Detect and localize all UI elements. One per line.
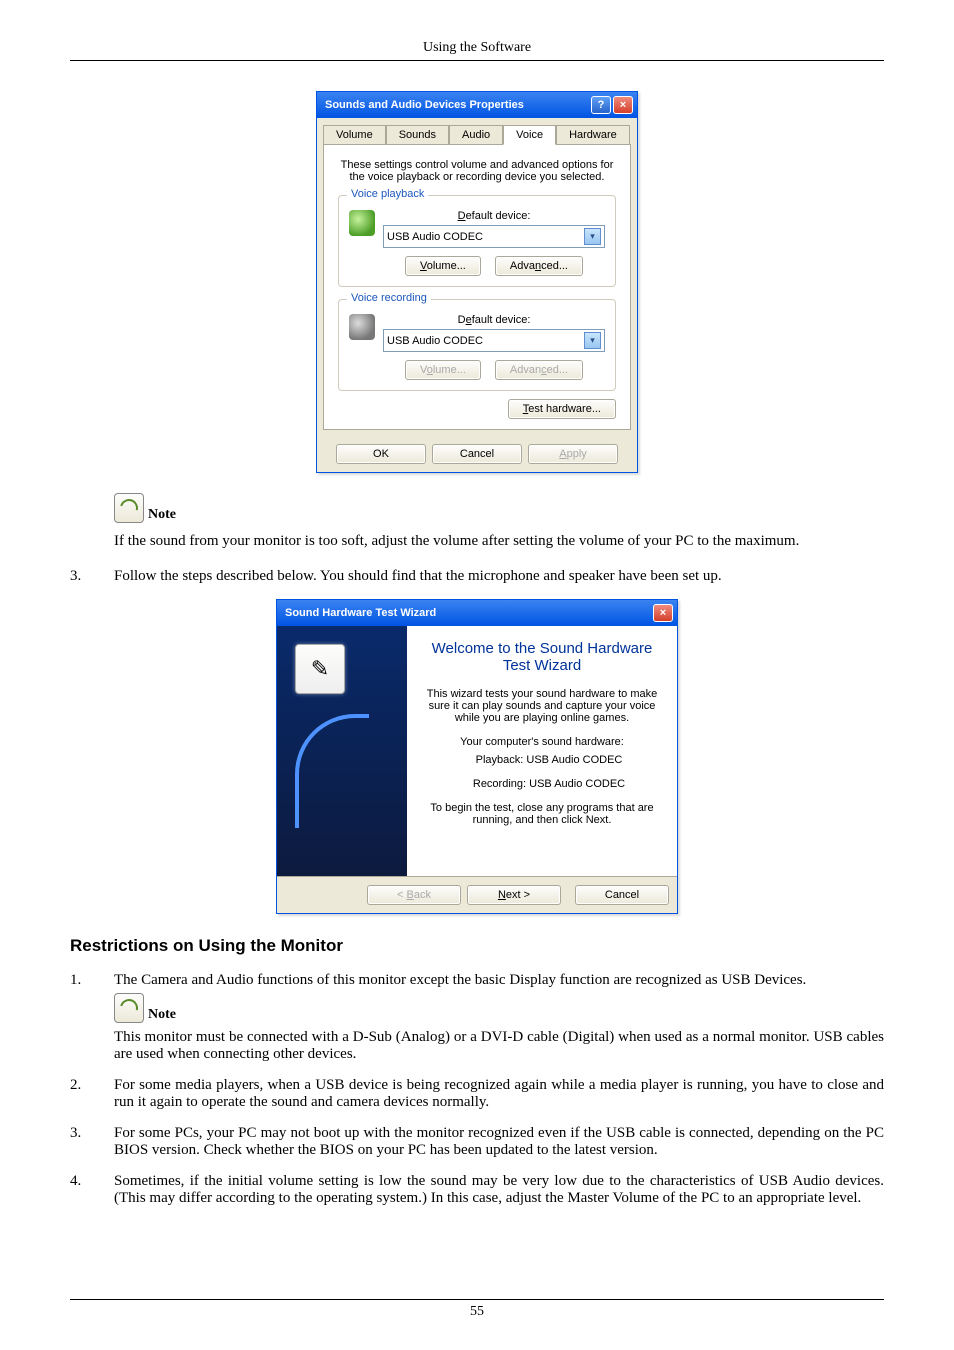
wizard-recording-line: Recording: USB Audio CODEC	[437, 778, 661, 790]
wizard-titlebar: Sound Hardware Test Wizard ×	[277, 600, 677, 626]
group-legend-recording: Voice recording	[347, 292, 431, 304]
item-text: Sometimes, if the initial volume setting…	[114, 1173, 884, 1207]
dialog-titlebar: Sounds and Audio Devices Properties ? ×	[317, 92, 637, 118]
wizard-body: ✎ Welcome to the Sound Hardware Test Wiz…	[277, 626, 677, 876]
tab-voice[interactable]: Voice	[503, 125, 556, 145]
playback-advanced-button[interactable]: Advanced...	[495, 256, 583, 276]
wizard-title: Sound Hardware Test Wizard	[285, 607, 436, 619]
wizard-para1: This wizard tests your sound hardware to…	[423, 688, 661, 724]
next-button[interactable]: Next >	[467, 885, 561, 905]
wizard-playback-line: Playback: USB Audio CODEC	[437, 754, 661, 766]
recording-default-label: Default device:	[383, 314, 605, 326]
wizard-wand-icon: ✎	[295, 644, 345, 694]
wizard-para2: Your computer's sound hardware:	[423, 736, 661, 748]
chevron-down-icon[interactable]: ▾	[584, 228, 601, 245]
close-icon[interactable]: ×	[653, 604, 673, 622]
item-text: The Camera and Audio functions of this m…	[114, 972, 884, 1063]
close-icon[interactable]: ×	[613, 96, 633, 114]
page-footer: 55	[70, 1299, 884, 1320]
wizard-sidebar: ✎	[277, 626, 407, 876]
tab-sounds[interactable]: Sounds	[386, 125, 449, 145]
note-icon	[114, 493, 144, 523]
item-text: For some PCs, your PC may not boot up wi…	[114, 1125, 884, 1159]
step-text: Follow the steps described below. You sh…	[114, 568, 884, 585]
note-text: This monitor must be connected with a D-…	[114, 1029, 884, 1063]
note-label: Note	[148, 1007, 176, 1023]
back-button: < Back	[367, 885, 461, 905]
tab-strip: Volume Sounds Audio Voice Hardware	[317, 118, 637, 144]
voice-playback-group: Voice playback Default device: USB Audio…	[338, 195, 616, 287]
section-heading: Restrictions on Using the Monitor	[70, 936, 884, 956]
recording-device-value: USB Audio CODEC	[387, 335, 483, 347]
tab-audio[interactable]: Audio	[449, 125, 503, 145]
group-legend-playback: Voice playback	[347, 188, 428, 200]
playback-device-dropdown[interactable]: USB Audio CODEC ▾	[383, 225, 605, 248]
help-icon[interactable]: ?	[591, 96, 611, 114]
cancel-button[interactable]: Cancel	[432, 444, 522, 464]
note-icon	[114, 993, 144, 1023]
playback-volume-button[interactable]: Volume...	[405, 256, 481, 276]
item-number: 1.	[70, 972, 94, 1063]
voice-recording-group: Voice recording Default device: USB Audi…	[338, 299, 616, 391]
item-number: 3.	[70, 1125, 94, 1159]
wizard-heading: Welcome to the Sound Hardware Test Wizar…	[423, 640, 661, 674]
sound-wizard-dialog: Sound Hardware Test Wizard × ✎ Welcome t…	[276, 599, 678, 914]
wizard-para3: To begin the test, close any programs th…	[423, 802, 661, 826]
page-header: Using the Software	[70, 40, 884, 56]
header-divider	[70, 60, 884, 61]
microphone-icon	[349, 314, 375, 340]
ok-button[interactable]: OK	[336, 444, 426, 464]
speaker-icon	[349, 210, 375, 236]
tab-panel: These settings control volume and advanc…	[323, 144, 631, 430]
wizard-cancel-button[interactable]: Cancel	[575, 885, 669, 905]
item-text: For some media players, when a USB devic…	[114, 1077, 884, 1111]
recording-volume-button: Volume...	[405, 360, 481, 380]
item-number: 4.	[70, 1173, 94, 1207]
wizard-button-row: < Back Next > Cancel	[277, 876, 677, 913]
tab-volume[interactable]: Volume	[323, 125, 386, 145]
playback-default-label: Default device:	[383, 210, 605, 222]
chevron-down-icon[interactable]: ▾	[584, 332, 601, 349]
audio-properties-dialog: Sounds and Audio Devices Properties ? × …	[316, 91, 638, 473]
apply-button: Apply	[528, 444, 618, 464]
wizard-decoration	[295, 714, 369, 828]
dialog-button-row: OK Cancel Apply	[317, 436, 637, 472]
note-label: Note	[148, 507, 176, 523]
tab-hardware[interactable]: Hardware	[556, 125, 630, 145]
panel-description: These settings control volume and advanc…	[338, 159, 616, 183]
recording-advanced-button: Advanced...	[495, 360, 583, 380]
test-hardware-button[interactable]: Test hardware...	[508, 399, 616, 419]
note-text: If the sound from your monitor is too so…	[114, 533, 884, 550]
playback-device-value: USB Audio CODEC	[387, 231, 483, 243]
item-number: 2.	[70, 1077, 94, 1111]
recording-device-dropdown[interactable]: USB Audio CODEC ▾	[383, 329, 605, 352]
step-number: 3.	[70, 568, 94, 585]
dialog-title: Sounds and Audio Devices Properties	[325, 99, 524, 111]
